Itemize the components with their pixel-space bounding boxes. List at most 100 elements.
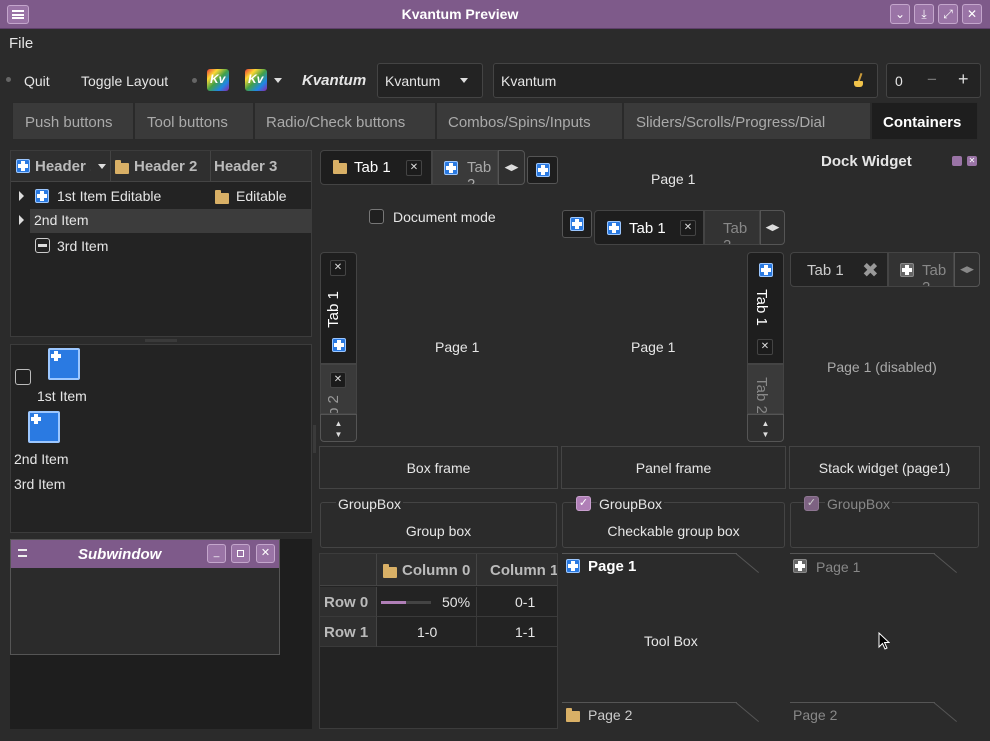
tab-2[interactable]: Tab 2	[704, 210, 760, 245]
tab-1[interactable]: Tab 1 ✕	[320, 150, 432, 185]
tab-1[interactable]: Tab 1 ✕	[594, 210, 704, 245]
dock-title: Dock Widget	[821, 153, 912, 170]
group-box-checkbox[interactable]: ✓	[576, 496, 591, 511]
tab-scroll-buttons[interactable]: ▲ ▼	[320, 414, 357, 442]
document-mode-label: Document mode	[393, 209, 496, 225]
toolbox-page-1-tab[interactable]: Page 1	[562, 553, 786, 579]
close-window-button[interactable]: ✕	[962, 4, 982, 24]
sort-caret-icon	[98, 164, 106, 169]
tab-close-button[interactable]: ✕	[330, 260, 346, 276]
tab-bar-west: ✕ Tab 1 ✕ Tab 2 ▲ ▼	[320, 252, 357, 442]
row-header[interactable]: Row 0	[320, 587, 377, 617]
tree-row[interactable]: 1st Item Editable Editable	[11, 184, 311, 208]
app-icon	[570, 217, 584, 231]
tab-scroll-buttons[interactable]: ◀▶	[498, 150, 525, 185]
tab-1[interactable]: Tab 1 ✕	[747, 252, 784, 364]
shade-button[interactable]: ⌄	[890, 4, 910, 24]
tab-scroll-buttons[interactable]: ◀▶	[760, 210, 785, 245]
tab-close-button[interactable]: ✕	[757, 339, 773, 355]
list-item[interactable]: 3rd Item	[14, 476, 65, 492]
maximize-button[interactable]: ⤢	[938, 4, 958, 24]
tab-radio-check-buttons[interactable]: Radio/Check buttons	[254, 102, 436, 140]
tree-row[interactable]: 3rd Item	[11, 234, 311, 258]
tab-scroll-buttons[interactable]: ▲ ▼	[747, 414, 784, 442]
toggle-layout-button[interactable]: Toggle Layout	[81, 73, 168, 89]
window-title: Kvantum Preview	[401, 6, 519, 22]
tab-corner-button[interactable]	[527, 156, 558, 184]
expand-arrow-icon[interactable]	[19, 215, 24, 225]
row-header[interactable]: Row 1	[320, 617, 377, 647]
document-mode-checkbox[interactable]	[369, 209, 384, 224]
tab-combos-spins-inputs[interactable]: Combos/Spins/Inputs	[436, 102, 623, 140]
tab-2[interactable]: Tab 2	[432, 150, 498, 185]
tab-push-buttons[interactable]: Push buttons	[12, 102, 134, 140]
column-header[interactable]: Column 0	[377, 554, 477, 586]
chevron-down-icon: ⌄	[894, 7, 906, 21]
spin-increment-button[interactable]: +	[958, 69, 969, 90]
tab-containers[interactable]: Containers	[871, 102, 978, 140]
app-icon	[900, 263, 914, 277]
tree-row[interactable]: 2nd Item	[30, 209, 311, 233]
dock-close-button[interactable]: ✕	[967, 156, 977, 166]
expand-arrow-icon[interactable]	[19, 191, 24, 201]
table-cell[interactable]: 1-0	[377, 617, 477, 647]
line-edit[interactable]: Kvantum	[493, 63, 878, 98]
table-widget[interactable]: Column 0 Column 1 Row 0 50% 0-1 Row 1 1-…	[319, 553, 558, 729]
spin-box[interactable]: 0 − +	[886, 63, 981, 98]
tab-close-button[interactable]: ✕	[330, 372, 346, 388]
list-item[interactable]: 2nd Item	[14, 451, 68, 467]
spin-decrement-button[interactable]: −	[927, 70, 937, 90]
toolbar-handle[interactable]	[6, 77, 11, 82]
table-cell[interactable]: 1-1	[477, 617, 557, 647]
tab-2[interactable]: Tab 2	[747, 364, 784, 414]
app-icon	[566, 559, 580, 573]
table-cell[interactable]: 0-1	[477, 587, 557, 617]
minimize-button[interactable]: ⤓	[914, 4, 934, 24]
mdi-area: Subwindow _ ✕	[10, 539, 312, 729]
splitter-handle[interactable]	[313, 425, 316, 453]
menu-file[interactable]: File	[9, 35, 33, 52]
tree-header-1[interactable]: Header 1	[11, 151, 111, 182]
subwindow-minimize-button[interactable]: _	[207, 544, 226, 563]
table-cell[interactable]: 50%	[377, 587, 477, 617]
dock-tab-1: Tab 1 ✖	[790, 252, 888, 287]
subwindow-maximize-button[interactable]	[231, 544, 250, 563]
folder-icon	[566, 708, 580, 722]
toolbar: Quit Toggle Layout Kv Kv Kvantum Kvantum…	[0, 60, 990, 102]
clear-broom-icon[interactable]	[854, 72, 864, 87]
kvantum-menu-button[interactable]: Kv	[245, 69, 285, 91]
column-header[interactable]: Column 1	[477, 554, 557, 586]
tab-1[interactable]: ✕ Tab 1	[320, 252, 357, 364]
subwindow-close-button[interactable]: ✕	[256, 544, 275, 563]
tab-tool-buttons[interactable]: Tool buttons	[134, 102, 254, 140]
subwindow-menu-icon[interactable]	[18, 549, 27, 557]
quit-button[interactable]: Quit	[24, 73, 50, 89]
tree-widget[interactable]: Header 1 Header 2 Header 3 1st Item Edit…	[10, 150, 312, 337]
table-corner[interactable]	[320, 554, 377, 586]
kvantum-label: Kvantum	[302, 72, 367, 89]
toolbox-page-1-tab: Page 1	[790, 553, 980, 579]
style-combobox[interactable]: Kvantum	[377, 63, 483, 98]
app-icon	[444, 161, 458, 175]
app-icon	[536, 163, 550, 177]
tab-close-button[interactable]: ✕	[680, 220, 696, 236]
tristate-checkbox-icon[interactable]	[35, 238, 50, 253]
dock-tab-bar: Tab 1 ✖ Tab 2 ◀▶	[790, 252, 980, 288]
tab-close-button[interactable]: ✕	[406, 160, 422, 176]
tree-header-3[interactable]: Header 3	[211, 151, 311, 182]
kvantum-logo-icon: Kv	[245, 69, 267, 91]
tab-sliders-scrolls-progress-dial[interactable]: Sliders/Scrolls/Progress/Dial	[623, 102, 871, 140]
tab-corner-button[interactable]	[562, 210, 592, 238]
icon-list-widget[interactable]: 1st Item 2nd Item 3rd Item	[10, 344, 312, 533]
item-checkbox[interactable]	[15, 369, 31, 385]
subwindow[interactable]: Subwindow _ ✕	[10, 539, 280, 655]
dock-float-button[interactable]	[952, 156, 962, 166]
splitter-handle[interactable]	[145, 339, 177, 342]
list-item[interactable]: 1st Item	[37, 388, 87, 404]
tab-2[interactable]: ✕ Tab 2	[320, 364, 357, 414]
subwindow-titlebar[interactable]: Subwindow _ ✕	[11, 540, 279, 568]
toolbox-page-2-tab[interactable]: Page 2	[562, 702, 786, 728]
tree-header-2[interactable]: Header 2	[111, 151, 211, 182]
kvantum-logo-icon[interactable]: Kv	[207, 69, 229, 91]
page-label: Page 1	[651, 171, 696, 187]
